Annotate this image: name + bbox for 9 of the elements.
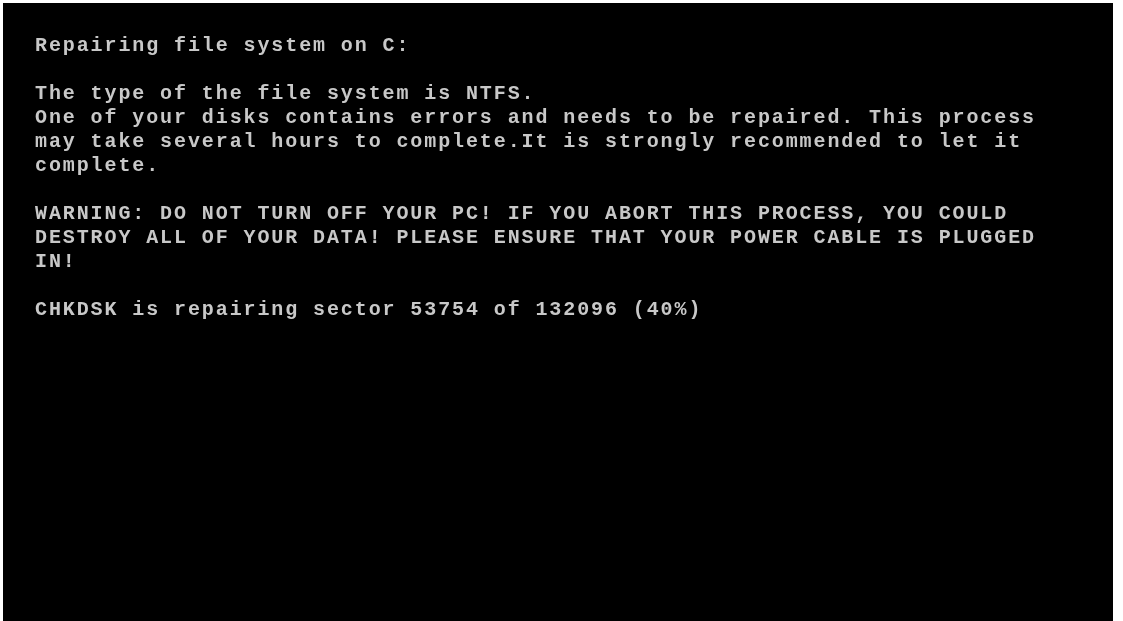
- console-line: IN!: [35, 250, 77, 274]
- console-line: Repairing file system on C:: [35, 34, 411, 58]
- console-line: One of your disks contains errors and needs to be repaired. This process: [35, 106, 1036, 130]
- console-line: may take several hours to complete.It is strongly recommended to let it: [35, 130, 1023, 154]
- console-line: The type of the file system is NTFS.: [35, 82, 536, 106]
- console-line: WARNING: DO NOT TURN OFF YOUR PC! IF YOU ABORT THIS PROCESS, YOU COULD: [35, 202, 1009, 226]
- console-line: DESTROY ALL OF YOUR DATA! PLEASE ENSURE THAT YOUR POWER CABLE IS PLUGGED: [35, 226, 1036, 250]
- console-line: CHKDSK is repairing sector 53754 of 132096 (40%): [35, 298, 703, 322]
- console-line: complete.: [35, 154, 161, 178]
